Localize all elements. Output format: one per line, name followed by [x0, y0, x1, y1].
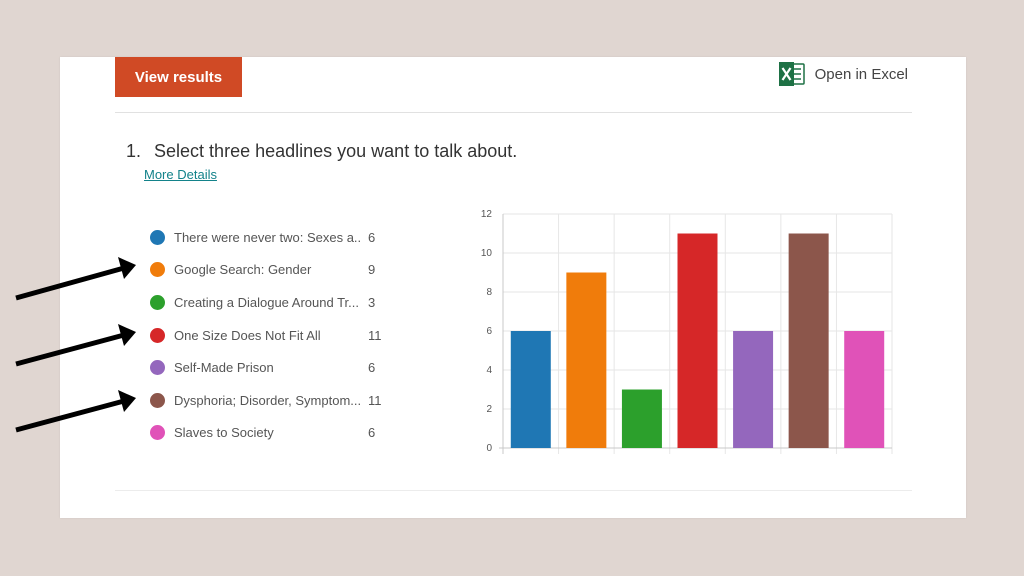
bar-chart: 0 2 4 6 8 10 12: [481, 209, 893, 454]
y-tick-label: 10: [481, 248, 493, 259]
footer-divider: [115, 490, 912, 491]
legend-label: Dysphoria; Disorder, Symptom...: [174, 392, 360, 408]
y-tick-label: 4: [486, 365, 492, 376]
legend-label: Self-Made Prison: [174, 360, 274, 376]
open-in-excel-link[interactable]: Open in Excel: [778, 61, 908, 87]
chart-bar: [510, 331, 551, 448]
chart-bar: [621, 389, 662, 448]
legend-item: Creating a Dialogue Around Tr... 3: [150, 286, 390, 319]
question-title: 1. Select three headlines you want to ta…: [126, 141, 517, 162]
chart-bar: [844, 331, 885, 448]
legend-item: Google Search: Gender 9: [150, 254, 390, 287]
legend-item: Self-Made Prison 6: [150, 351, 390, 384]
legend-item: Slaves to Society 6: [150, 417, 390, 450]
legend-item: One Size Does Not Fit All 11: [150, 319, 390, 352]
legend-label: One Size Does Not Fit All: [174, 327, 321, 343]
legend-label: Google Search: Gender: [174, 262, 312, 278]
annotation-arrows: [15, 257, 136, 433]
legend-count: 6: [368, 360, 376, 376]
chart-bar: [677, 233, 718, 448]
legend-count: 6: [368, 425, 376, 441]
y-tick-label: 0: [486, 443, 492, 454]
excel-icon: [778, 61, 805, 87]
question-text: Select three headlines you want to talk …: [154, 141, 518, 161]
legend-label: Slaves to Society: [174, 425, 274, 441]
results-card: View results Open in Excel 1. Select thr…: [60, 57, 966, 518]
legend-count: 11: [368, 327, 382, 343]
legend-label: Creating a Dialogue Around Tr...: [174, 294, 360, 310]
legend-count: 11: [368, 392, 382, 408]
open-in-excel-label: Open in Excel: [814, 65, 908, 83]
chart-bar: [733, 331, 774, 448]
header-divider: [115, 112, 912, 113]
legend-count: 6: [368, 229, 376, 245]
legend-item: Dysphoria; Disorder, Symptom... 11: [150, 384, 390, 417]
arrow-annotation: [15, 390, 136, 433]
legend-count: 3: [368, 294, 376, 310]
y-tick-label: 2: [486, 404, 492, 415]
chart-bar: [788, 233, 829, 448]
chart-legend: There were never two: Sexes a... 6 Googl…: [150, 221, 390, 449]
arrow-annotation: [15, 257, 136, 301]
y-tick-label: 8: [486, 287, 492, 298]
legend-item: There were never two: Sexes a... 6: [150, 221, 390, 254]
y-tick-label: 6: [486, 326, 492, 337]
chart-bar: [566, 272, 607, 448]
arrow-annotation: [15, 324, 136, 367]
legend-count: 9: [368, 262, 376, 278]
y-tick-label: 12: [481, 209, 493, 220]
legend-label: There were never two: Sexes a...: [174, 229, 360, 245]
